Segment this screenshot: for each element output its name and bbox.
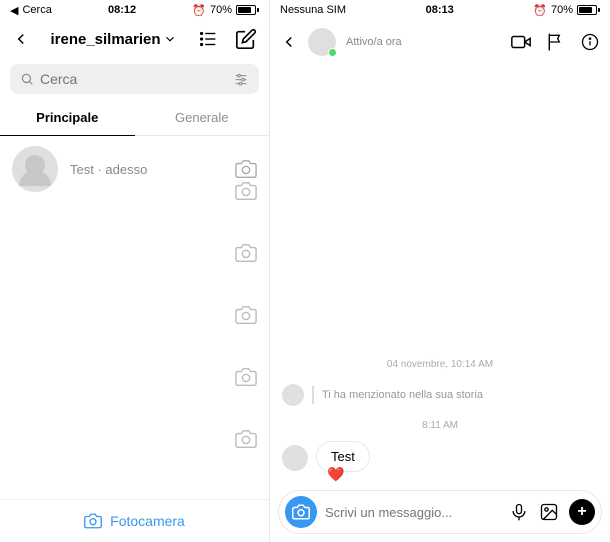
inbox-screen: ◀ Cerca 08:12 ⏰ 70% irene_silmarien [0, 0, 270, 542]
mention-text: Ti ha menzionato nella sua storia [322, 389, 483, 401]
battery-percent: 70% [551, 4, 573, 16]
flag-icon[interactable] [546, 31, 566, 53]
inbox-header: irene_silmarien [0, 20, 269, 58]
camera-icon[interactable] [235, 304, 257, 326]
chat-header: Attivo/a ora [270, 20, 610, 64]
alarm-icon: ⏰ [533, 4, 547, 17]
clock: 08:12 [108, 4, 136, 16]
back-to-app-label[interactable]: Cerca [22, 4, 51, 16]
thread-preview: Test · adesso [70, 162, 223, 177]
message-row: Test ❤️ [282, 441, 598, 472]
message-input[interactable] [325, 505, 501, 520]
video-call-icon[interactable] [510, 31, 532, 53]
battery-icon [236, 5, 259, 15]
camera-icon [84, 512, 102, 530]
chat-screen: Nessuna SIM 08:13 ⏰ 70% Attivo/a ora [270, 0, 610, 542]
search-bar[interactable] [10, 64, 259, 94]
filter-icon[interactable] [233, 71, 249, 87]
heart-reaction-icon[interactable]: ❤️ [327, 466, 344, 483]
camera-icon[interactable] [235, 158, 257, 180]
composer-camera-button[interactable] [285, 496, 317, 528]
avatar[interactable] [308, 28, 336, 56]
back-button[interactable] [280, 33, 298, 51]
account-switcher[interactable]: irene_silmarien [50, 31, 176, 48]
avatar [12, 146, 58, 192]
story-mention-row[interactable]: Ti ha menzionato nella sua storia [282, 384, 598, 406]
camera-icon[interactable] [235, 242, 257, 264]
thread-list: Test · adesso [0, 136, 269, 499]
plus-button[interactable]: + [569, 499, 595, 525]
story-bar-icon [312, 386, 314, 404]
clock: 08:13 [426, 4, 454, 16]
avatar [282, 384, 304, 406]
chat-timestamp: 04 novembre, 10:14 AM [282, 359, 598, 370]
chevron-down-icon [163, 32, 177, 46]
footer-camera-label: Fotocamera [110, 513, 185, 529]
back-button[interactable] [12, 30, 30, 48]
avatar [282, 445, 308, 471]
search-input[interactable] [40, 71, 233, 87]
message-text: Test [331, 449, 355, 464]
message-composer: + [278, 490, 602, 534]
camera-icon[interactable] [235, 180, 257, 202]
battery-icon [577, 5, 600, 15]
battery-percent: 70% [210, 4, 232, 16]
tab-primary[interactable]: Principale [0, 100, 135, 136]
back-to-app-chevron[interactable]: ◀ [10, 4, 18, 17]
footer-camera-button[interactable]: Fotocamera [0, 499, 269, 542]
status-bar: ◀ Cerca 08:12 ⏰ 70% [0, 0, 269, 20]
username-label: irene_silmarien [50, 31, 160, 48]
microphone-icon[interactable] [509, 502, 529, 522]
alarm-icon: ⏰ [192, 4, 206, 17]
tab-general[interactable]: Generale [135, 100, 270, 135]
list-options-icon[interactable] [197, 28, 219, 50]
online-dot-icon [328, 48, 337, 57]
carrier-label: Nessuna SIM [280, 4, 346, 16]
camera-icon[interactable] [235, 428, 257, 450]
active-status-label: Attivo/a ora [346, 36, 500, 48]
gallery-icon[interactable] [539, 502, 559, 522]
message-bubble[interactable]: Test ❤️ [316, 441, 370, 472]
camera-icon[interactable] [235, 366, 257, 388]
chat-timestamp: 8:11 AM [282, 420, 598, 431]
thread-item[interactable]: Test · adesso [0, 136, 269, 202]
chat-body: 04 novembre, 10:14 AM Ti ha menzionato n… [270, 64, 610, 482]
inbox-tabs: Principale Generale [0, 100, 269, 136]
camera-icon-stack [235, 180, 257, 450]
status-bar: Nessuna SIM 08:13 ⏰ 70% [270, 0, 610, 20]
info-icon[interactable] [580, 31, 600, 53]
compose-icon[interactable] [235, 28, 257, 50]
search-icon [20, 72, 34, 86]
